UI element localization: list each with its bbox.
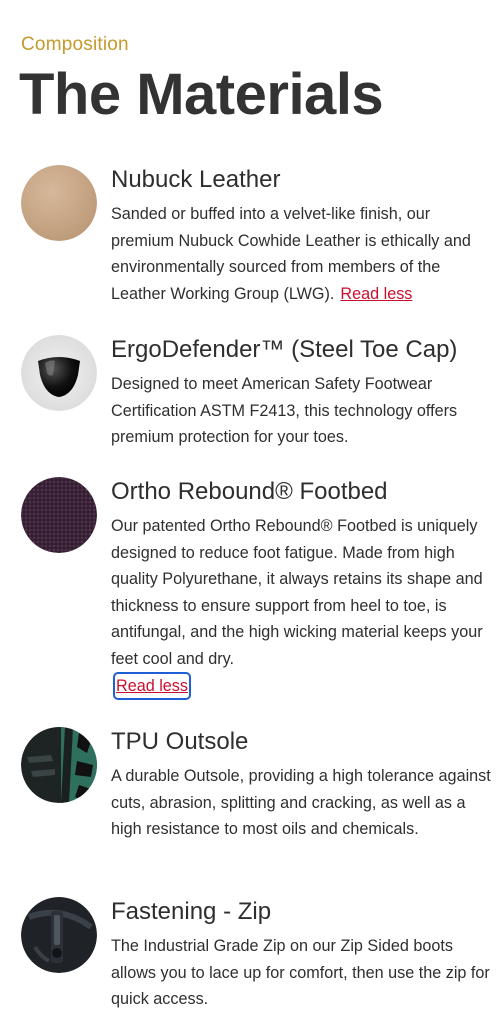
material-description: Our patented Ortho Rebound® Footbed is u…	[111, 513, 495, 700]
material-title: ErgoDefender™ (Steel Toe Cap)	[111, 336, 458, 363]
zip-fastening-icon	[21, 897, 97, 973]
material-description: A durable Outsole, providing a high tole…	[111, 767, 491, 839]
nubuck-leather-swatch-icon	[21, 165, 97, 241]
material-description: Designed to meet American Safety Footwea…	[111, 375, 458, 447]
material-title: TPU Outsole	[111, 728, 249, 755]
tpu-outsole-icon	[21, 727, 97, 803]
material-title: Fastening - Zip	[111, 898, 272, 925]
materials-page: Composition The Materials Nubuck Leather…	[0, 0, 504, 1024]
footbed-fabric-swatch-icon	[21, 477, 97, 553]
material-title: Nubuck Leather	[111, 166, 281, 193]
read-less-link[interactable]: Read less	[340, 285, 412, 303]
material-description: The Industrial Grade Zip on our Zip Side…	[111, 937, 490, 1009]
steel-toe-cap-icon	[21, 335, 97, 411]
material-description: Sanded or buffed into a velvet-like fini…	[111, 205, 471, 303]
material-title: Ortho Rebound® Footbed	[111, 478, 388, 505]
page-title: The Materials	[19, 62, 384, 127]
section-eyebrow: Composition	[21, 34, 129, 55]
read-less-link[interactable]: Read less	[113, 671, 191, 700]
